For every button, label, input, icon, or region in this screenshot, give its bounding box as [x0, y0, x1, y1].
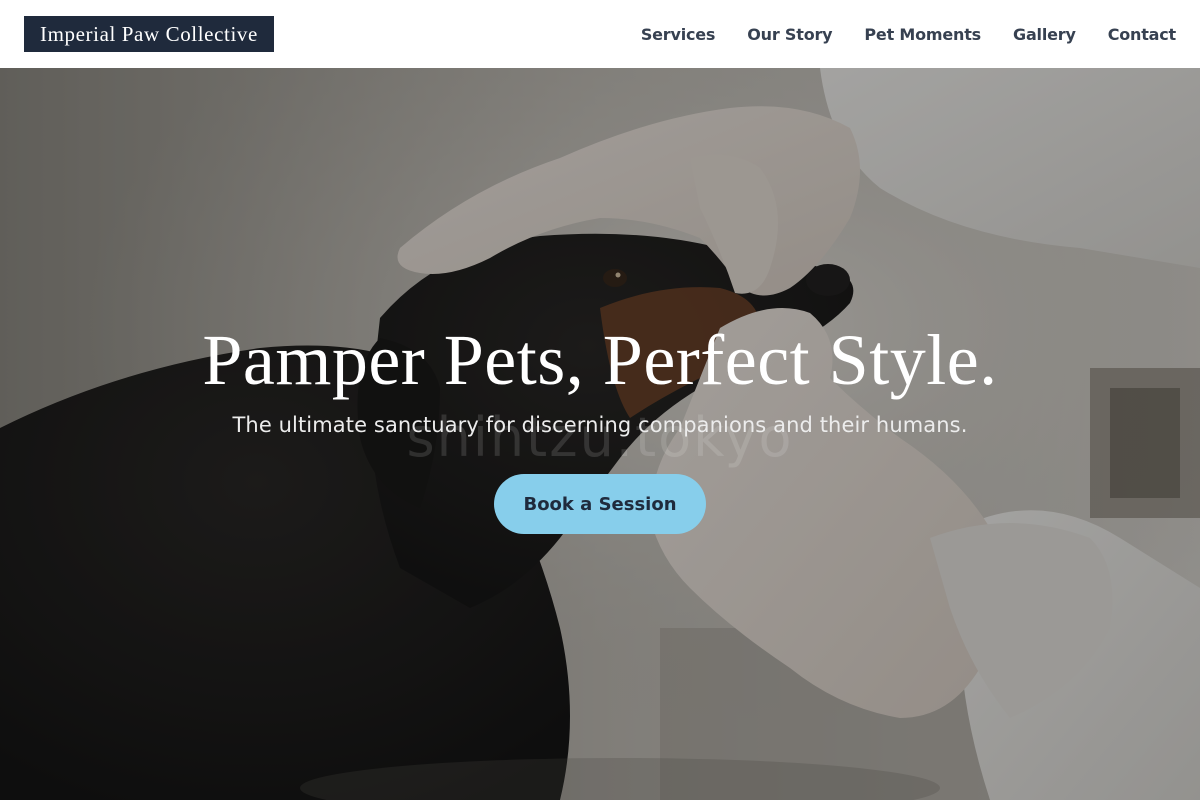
hero-subtitle: The ultimate sanctuary for discerning co…	[232, 413, 968, 437]
hero-content: shihtzu.tokyo Pamper Pets, Perfect Style…	[0, 68, 1200, 800]
brand-logo[interactable]: Imperial Paw Collective	[24, 16, 274, 52]
book-session-button[interactable]: Book a Session	[494, 474, 706, 534]
nav-link-services[interactable]: Services	[641, 25, 716, 44]
nav-link-pet-moments[interactable]: Pet Moments	[864, 25, 981, 44]
landing-page: Imperial Paw Collective Services Our Sto…	[0, 0, 1200, 800]
nav-link-our-story[interactable]: Our Story	[747, 25, 832, 44]
hero-title: Pamper Pets, Perfect Style.	[202, 320, 998, 400]
main-nav: Services Our Story Pet Moments Gallery C…	[641, 0, 1176, 68]
hero-section: shihtzu.tokyo Pamper Pets, Perfect Style…	[0, 68, 1200, 800]
site-header: Imperial Paw Collective Services Our Sto…	[0, 0, 1200, 68]
nav-link-gallery[interactable]: Gallery	[1013, 25, 1076, 44]
nav-link-contact[interactable]: Contact	[1108, 25, 1177, 44]
